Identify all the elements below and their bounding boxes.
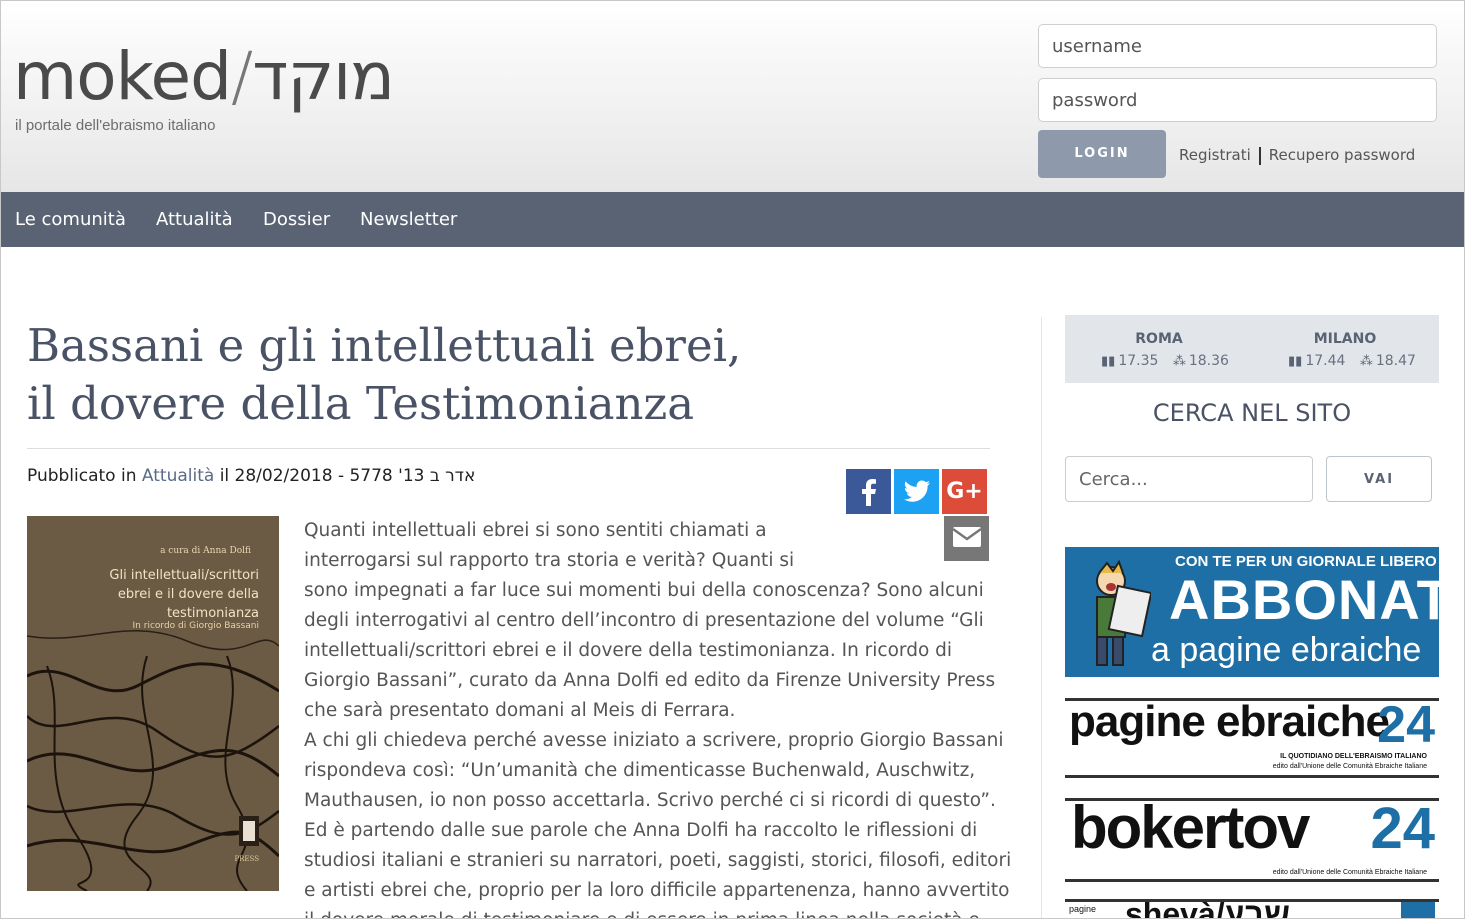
body-line: rispondeva così: “Un’umanità che dimenti… bbox=[304, 760, 976, 781]
bokertov-24-banner[interactable]: bokertov 24 edito dall'Unione delle Comu… bbox=[1065, 798, 1439, 882]
logo-hebrew: מוקד bbox=[252, 38, 395, 115]
body-line: studiosi italiani e stranieri su narrato… bbox=[304, 850, 1012, 871]
pe24-publisher: edito dall'Unione delle Comunità Ebraich… bbox=[1272, 763, 1427, 770]
password-input[interactable]: password bbox=[1038, 78, 1437, 122]
register-link[interactable]: Registrati bbox=[1179, 146, 1251, 164]
pe24-number: 24 bbox=[1377, 698, 1435, 754]
roma-candle-time: 17.35 bbox=[1118, 353, 1159, 369]
sheva-name: shevà/שבע bbox=[1125, 899, 1291, 919]
abbonati-banner[interactable]: CON TE PER UN GIORNALE LIBERO E AUTOREVO… bbox=[1065, 547, 1439, 677]
book-cover-image[interactable]: a cura di Anna Dolfi Gli intellettuali/s… bbox=[27, 516, 279, 891]
meta-date: il 28/02/2018 - 5778 '13 אדר ב bbox=[219, 466, 476, 486]
milano-candle-time: 17.44 bbox=[1305, 353, 1346, 369]
city-milano: MILANO bbox=[1313, 331, 1377, 347]
page: moked/מוקד il portale dell'ebraismo ital… bbox=[0, 0, 1465, 919]
search-title: CERCA NEL SITO bbox=[1152, 399, 1352, 427]
abbonati-subheading: a pagine ebraiche bbox=[1151, 631, 1422, 669]
pagine-ebraiche-24-banner[interactable]: pagine ebraiche 24 IL QUOTIDIANO DELL'EB… bbox=[1065, 698, 1439, 778]
body-line: sono impegnati a far luce sui momenti bu… bbox=[304, 580, 984, 601]
cover-subtitle: In ricordo di Giorgio Bassani bbox=[132, 621, 259, 631]
share-twitter-button[interactable] bbox=[894, 469, 939, 514]
candle-icon: ▮▮ bbox=[1101, 354, 1116, 369]
body-line: Quanti intellettuali ebrei si sono senti… bbox=[304, 520, 767, 541]
username-input[interactable]: username bbox=[1038, 24, 1437, 68]
cover-title: Gli intellettuali/scrittori ebrei e il d… bbox=[59, 566, 259, 623]
body-line: il dovere morale di testimoniare e di es… bbox=[304, 906, 994, 918]
body-line: intellettuali/scrittori ebrei e il dover… bbox=[304, 640, 953, 661]
logo-slash: / bbox=[231, 38, 253, 115]
facebook-icon bbox=[861, 479, 876, 506]
sidebar-divider bbox=[1041, 317, 1042, 918]
site-tagline: il portale dell'ebraismo italiano bbox=[15, 117, 216, 134]
body-line: che sarà presentato domani al Meis di Fe… bbox=[304, 700, 736, 721]
nav-item-newsletter[interactable]: Newsletter bbox=[360, 192, 457, 247]
city-roma: ROMA bbox=[1135, 331, 1183, 347]
cartoon-reader-icon bbox=[1096, 559, 1151, 666]
body-line: interrogarsi sul rapporto tra storia e v… bbox=[304, 550, 795, 571]
cover-title-line: ebrei e il dovere della bbox=[117, 587, 259, 602]
sheva-prefix: pagine bbox=[1069, 904, 1097, 914]
bt24-name: bokertov bbox=[1071, 798, 1310, 861]
nav-item-dossier[interactable]: Dossier bbox=[263, 192, 330, 247]
body-line: Giorgio Bassani”, curato da Anna Dolfi e… bbox=[304, 670, 996, 691]
cover-title-line: Gli intellettuali/scrittori bbox=[109, 568, 259, 583]
cover-author: a cura di Anna Dolfi bbox=[160, 546, 251, 556]
candle-icon: ▮▮ bbox=[1288, 354, 1303, 369]
nav-item-attualita[interactable]: Attualità bbox=[156, 192, 233, 247]
havdalah-icon: ⁂ bbox=[1359, 354, 1373, 369]
share-gplus-button[interactable]: G+ bbox=[942, 469, 987, 514]
bt24-number: 24 bbox=[1370, 798, 1435, 861]
abbonati-heading: ABBONATI bbox=[1169, 568, 1439, 631]
article-title: Bassani e gli intellettuali ebrei, il do… bbox=[27, 317, 927, 433]
logo-latin: moked bbox=[13, 38, 232, 115]
sheva-banner[interactable]: pagine shevà/שבע bbox=[1065, 899, 1439, 919]
login-links: Registrati Recupero password bbox=[1179, 146, 1415, 165]
pe24-name: pagine ebraiche bbox=[1069, 698, 1390, 746]
site-header: moked/מוקד il portale dell'ebraismo ital… bbox=[1, 1, 1464, 192]
body-line: Ed è partendo dalle sue parole che Anna … bbox=[304, 820, 978, 841]
milano-havdalah-time: 18.47 bbox=[1375, 353, 1416, 369]
shabbat-times-box: ROMA ▮▮ 17.35 ⁂ 18.36 MILANO ▮▮ 17.44 ⁂ 18.4… bbox=[1065, 315, 1439, 383]
twitter-icon bbox=[903, 480, 930, 502]
share-facebook-button[interactable] bbox=[846, 469, 891, 514]
nav-item-comunita[interactable]: Le comunità bbox=[15, 192, 126, 247]
body-line: e artisti ebrei che, proprio per la loro… bbox=[304, 880, 1010, 901]
roma-havdalah-time: 18.36 bbox=[1188, 353, 1229, 369]
recover-password-link[interactable]: Recupero password bbox=[1269, 146, 1415, 164]
bt24-publisher: edito dall'Unione delle Comunità Ebraich… bbox=[1272, 869, 1427, 876]
times-milano: ▮▮ 17.44 ⁂ 18.47 bbox=[1288, 353, 1416, 369]
article-title-line: Bassani e gli intellettuali ebrei, bbox=[27, 319, 742, 372]
meta-category-link[interactable]: Attualità bbox=[142, 466, 214, 486]
havdalah-icon: ⁂ bbox=[1172, 354, 1186, 369]
title-divider bbox=[27, 448, 990, 449]
article-body: Quanti intellettuali ebrei si sono senti… bbox=[304, 516, 1012, 918]
meta-prefix: Pubblicato in bbox=[27, 466, 137, 486]
login-button[interactable]: LOGIN bbox=[1038, 130, 1166, 178]
body-line: A chi gli chiedeva perché avesse iniziat… bbox=[304, 730, 1004, 751]
site-logo[interactable]: moked/מוקד bbox=[13, 37, 395, 117]
site-search-input[interactable]: Cerca... bbox=[1065, 456, 1313, 502]
body-line: Mauthausen, io non posso accettarla. Scr… bbox=[304, 790, 996, 811]
link-separator bbox=[1258, 146, 1261, 165]
cover-publisher: PRESS bbox=[234, 855, 259, 863]
article-title-line: il dovere della Testimonianza bbox=[27, 377, 695, 430]
times-roma: ▮▮ 17.35 ⁂ 18.36 bbox=[1101, 353, 1229, 369]
search-submit-button[interactable]: VAI bbox=[1326, 456, 1432, 502]
sheva-logo-icon bbox=[1401, 902, 1435, 918]
pe24-subtitle: IL QUOTIDIANO DELL'EBRAISMO ITALIANO bbox=[1280, 753, 1427, 760]
body-line: degli interrogativi al centro dell’incon… bbox=[304, 610, 984, 631]
main-nav: Le comunità Attualità Dossier Newsletter bbox=[1, 192, 1464, 247]
article-meta: Pubblicato in Attualità il 28/02/2018 - … bbox=[27, 466, 475, 486]
